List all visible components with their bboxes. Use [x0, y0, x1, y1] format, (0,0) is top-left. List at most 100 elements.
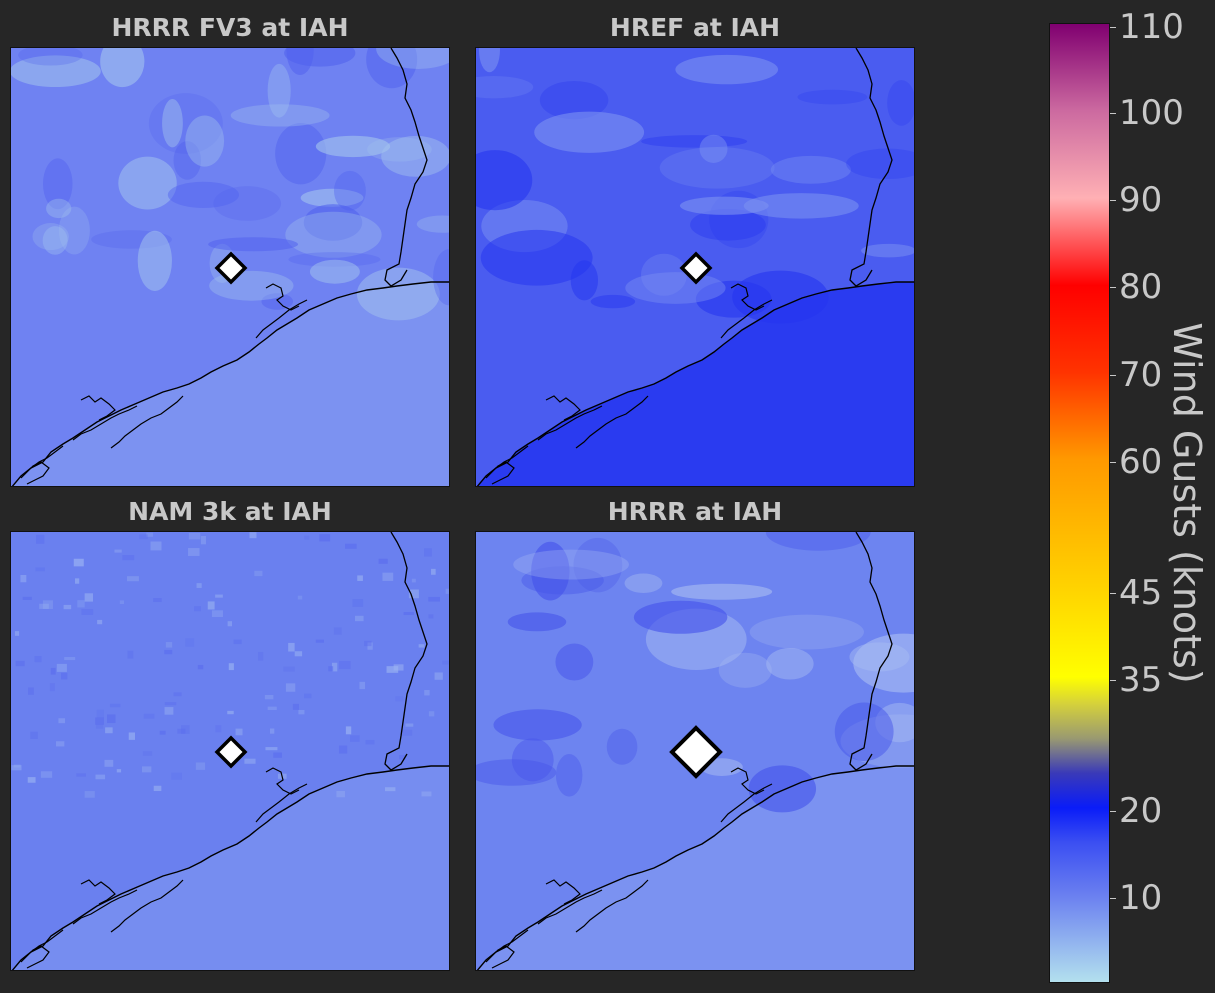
gust-texture: [283, 666, 295, 672]
gust-texture: [150, 541, 162, 551]
gust-texture: [285, 683, 296, 692]
gust-texture: [188, 548, 200, 556]
gust-texture: [64, 657, 76, 661]
gust-texture: [421, 791, 432, 797]
gust-texture: [27, 777, 36, 783]
colorbar-tick-label: 80: [1119, 267, 1163, 307]
gust-texture: [139, 534, 148, 540]
gust-texture: [75, 578, 80, 584]
gust-texture: [164, 649, 173, 655]
colorbar-tickmark: [1110, 27, 1116, 28]
gust-texture: [171, 772, 182, 780]
gust-texture: [797, 89, 868, 105]
gust-texture: [298, 709, 305, 715]
gust-texture: [861, 243, 914, 258]
gust-texture: [269, 728, 275, 734]
gust-texture: [511, 738, 554, 782]
gust-texture: [265, 747, 278, 751]
gust-texture: [555, 643, 594, 681]
gust-texture: [76, 773, 87, 777]
map-field: [476, 532, 914, 970]
gust-texture: [424, 690, 430, 696]
gust-texture: [384, 787, 396, 792]
gust-texture: [49, 683, 55, 692]
colorbar-tickmark: [1110, 113, 1116, 114]
colorbar-tick-label: 100: [1119, 93, 1184, 133]
gust-texture: [625, 272, 726, 304]
gust-texture: [60, 672, 68, 680]
gust-texture: [141, 766, 152, 773]
gust-texture: [207, 601, 215, 610]
gust-texture: [228, 663, 234, 671]
gust-texture: [215, 725, 222, 733]
gust-texture: [196, 583, 202, 588]
gust-texture: [359, 681, 366, 690]
gust-texture: [77, 600, 85, 608]
panel-title-hrrr: HRRR at IAH: [607, 497, 783, 526]
gust-texture: [333, 627, 342, 635]
gust-texture: [20, 574, 27, 583]
gust-texture: [352, 599, 364, 607]
gust-texture: [84, 791, 95, 798]
gust-texture: [267, 706, 277, 710]
gust-texture: [297, 595, 303, 600]
gust-texture: [718, 652, 772, 688]
gust-texture: [143, 713, 155, 719]
gust-texture: [105, 727, 113, 734]
gust-texture: [81, 609, 94, 615]
gust-texture: [97, 619, 103, 625]
gust-texture: [766, 647, 814, 680]
gust-texture: [345, 726, 352, 735]
gust-texture: [40, 771, 53, 778]
gust-texture: [411, 578, 416, 583]
gust-texture: [153, 598, 162, 603]
gust-texture: [177, 728, 186, 734]
gust-texture: [641, 135, 748, 148]
figure: HRRR FV3 at IAH HREF at IAH NAM 3k at IA…: [0, 0, 1215, 993]
gust-texture: [185, 115, 225, 167]
gust-texture: [315, 135, 391, 158]
gust-texture: [345, 543, 357, 549]
gust-texture: [233, 639, 242, 645]
gust-texture: [46, 198, 72, 219]
gust-texture: [165, 642, 173, 648]
gust-texture: [127, 650, 134, 659]
colorbar-tickmark: [1110, 680, 1116, 681]
gust-texture: [142, 751, 153, 756]
gust-texture: [748, 765, 817, 813]
gust-texture: [235, 728, 243, 736]
colorbar-tick-label: 35: [1119, 660, 1163, 700]
gust-texture: [227, 621, 233, 627]
gust-texture: [315, 639, 324, 643]
gust-texture: [675, 54, 779, 85]
gust-texture: [128, 732, 135, 740]
gust-texture: [32, 223, 69, 251]
gust-texture: [350, 735, 360, 742]
gust-texture: [743, 193, 859, 219]
gust-texture: [164, 707, 174, 715]
colorbar-tickmark: [1110, 898, 1116, 899]
gust-texture: [403, 612, 415, 616]
gust-texture: [338, 745, 348, 754]
gust-texture: [513, 549, 629, 580]
panel-title-href: HREF at IAH: [609, 13, 781, 42]
gust-texture: [118, 156, 177, 210]
gust-texture: [30, 731, 38, 740]
gust-texture: [194, 606, 201, 612]
gust-texture: [264, 694, 274, 700]
gust-texture: [162, 99, 183, 148]
colorbar-tickmark: [1110, 462, 1116, 463]
gust-texture: [126, 576, 139, 582]
map-panel-hrrr-fv3: [10, 47, 450, 487]
gust-texture: [624, 573, 663, 594]
gust-texture: [445, 588, 449, 594]
gust-texture: [95, 717, 104, 725]
colorbar-tick-label: 70: [1119, 355, 1163, 395]
map-field: [11, 532, 449, 970]
gust-texture: [570, 260, 599, 301]
gust-texture: [116, 769, 122, 773]
gust-texture: [95, 724, 104, 729]
map-field: [476, 48, 914, 486]
gust-texture: [119, 600, 124, 604]
gust-texture: [11, 765, 22, 771]
